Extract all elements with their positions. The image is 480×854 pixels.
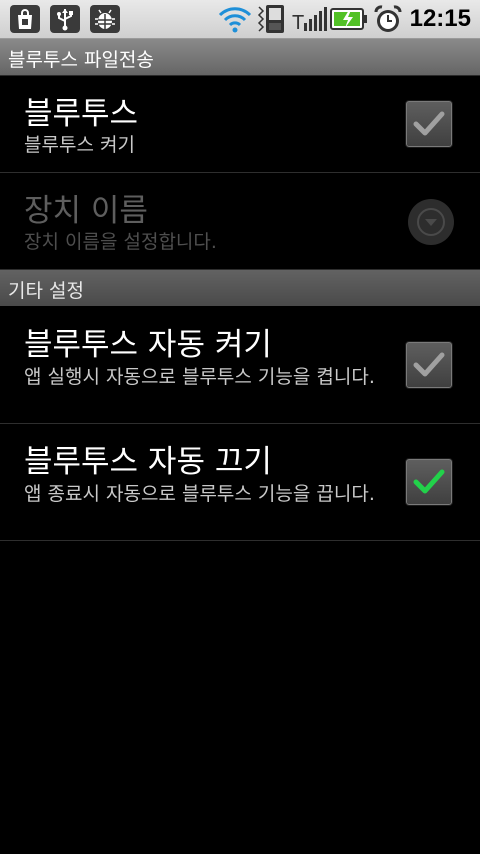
battery-charging-icon (330, 8, 367, 30)
auto-on-row[interactable]: 블루투스 자동 켜기 앱 실행시 자동으로 블루투스 기능을 켭니다. (0, 307, 480, 424)
status-bar: T 12:15 (0, 0, 480, 39)
auto-on-summary: 앱 실행시 자동으로 블루투스 기능을 켭니다. (24, 366, 375, 388)
device-name-summary: 장치 이름을 설정합니다. (24, 231, 217, 253)
clock-time: 12:15 (409, 5, 471, 32)
dropdown-circle-icon (408, 199, 454, 245)
section-title: 기타 설정 (8, 280, 84, 302)
section-header-other-settings: 기타 설정 (0, 270, 480, 306)
checkmark-icon (413, 352, 445, 377)
cell-signal-icon: T (292, 7, 327, 33)
checkmark-icon (413, 469, 445, 494)
svg-text:T: T (292, 12, 304, 33)
screen-title-bar: 블루투스 파일전송 (0, 39, 480, 76)
usb-icon (50, 5, 80, 33)
device-name-title: 장치 이름 (24, 193, 148, 229)
auto-off-checkbox[interactable] (405, 458, 453, 506)
bluetooth-toggle-row[interactable]: 블루투스 블루투스 켜기 (0, 76, 480, 173)
shopping-bag-icon (10, 5, 40, 33)
alarm-clock-icon (374, 5, 402, 32)
phone-signal-icon (257, 5, 284, 33)
device-name-row: 장치 이름 장치 이름을 설정합니다. (0, 173, 480, 270)
auto-off-title: 블루투스 자동 끄기 (24, 444, 272, 480)
auto-off-row[interactable]: 블루투스 자동 끄기 앱 종료시 자동으로 블루투스 기능을 끕니다. (0, 424, 480, 541)
checkmark-icon (413, 111, 445, 136)
auto-on-checkbox[interactable] (405, 341, 453, 389)
bluetooth-summary: 블루투스 켜기 (24, 134, 135, 156)
auto-on-title: 블루투스 자동 켜기 (24, 327, 272, 363)
android-debug-icon (90, 5, 120, 33)
screen-title: 블루투스 파일전송 (8, 49, 154, 71)
bluetooth-title: 블루투스 (24, 96, 139, 132)
wifi-icon (218, 7, 252, 33)
auto-off-summary: 앱 종료시 자동으로 블루투스 기능을 끕니다. (24, 483, 375, 505)
bluetooth-checkbox[interactable] (405, 100, 453, 148)
